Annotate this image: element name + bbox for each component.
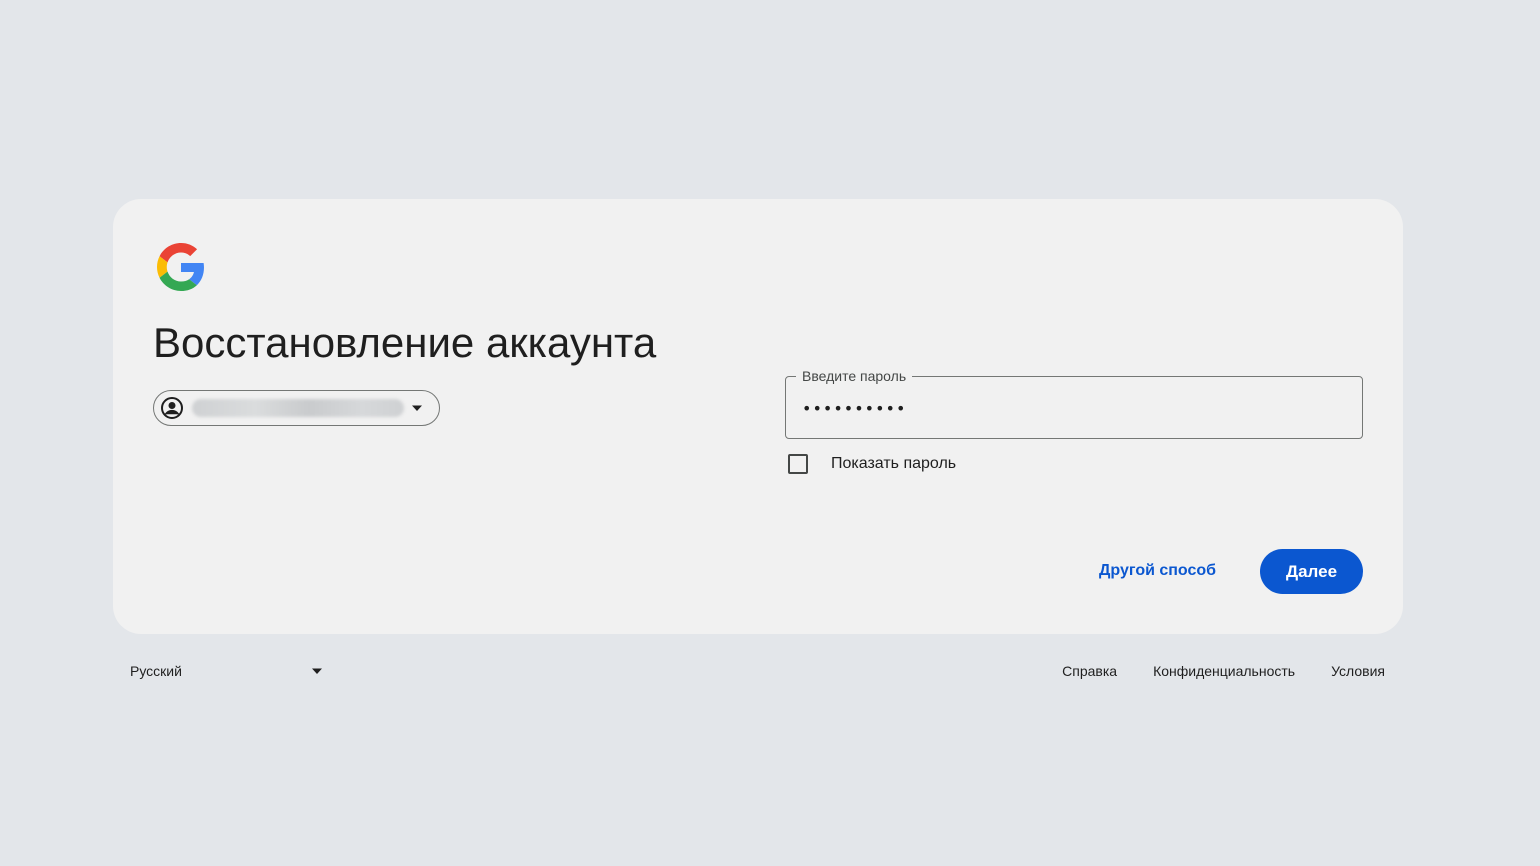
terms-link[interactable]: Условия: [1331, 663, 1385, 679]
account-chip[interactable]: [153, 390, 440, 426]
page-title: Восстановление аккаунта: [153, 319, 657, 366]
help-link[interactable]: Справка: [1062, 663, 1117, 679]
language-selector[interactable]: Русский: [130, 656, 324, 686]
next-button[interactable]: Далее: [1260, 549, 1363, 594]
account-circle-icon: [160, 396, 184, 420]
arrow-drop-down-icon: [310, 664, 324, 678]
footer-links: Справка Конфиденциальность Условия: [1026, 656, 1385, 686]
arrow-drop-down-icon: [410, 401, 424, 415]
account-email: [192, 399, 404, 417]
privacy-link[interactable]: Конфиденциальность: [1153, 663, 1295, 679]
google-logo: [157, 243, 205, 291]
footer: Русский Справка Конфиденциальность Услов…: [113, 656, 1403, 686]
password-field-label: Введите пароль: [796, 368, 913, 384]
language-label: Русский: [130, 663, 182, 679]
account-recovery-card: Восстановление аккаунта Введите пароль П…: [113, 199, 1403, 634]
try-another-way-button[interactable]: Другой способ: [1087, 549, 1228, 593]
show-password-label[interactable]: Показать пароль: [831, 455, 956, 473]
password-field: Введите пароль: [785, 368, 1363, 439]
show-password-checkbox[interactable]: [788, 454, 808, 474]
show-password-row: Показать пароль: [788, 452, 956, 476]
password-input[interactable]: [802, 395, 1342, 421]
